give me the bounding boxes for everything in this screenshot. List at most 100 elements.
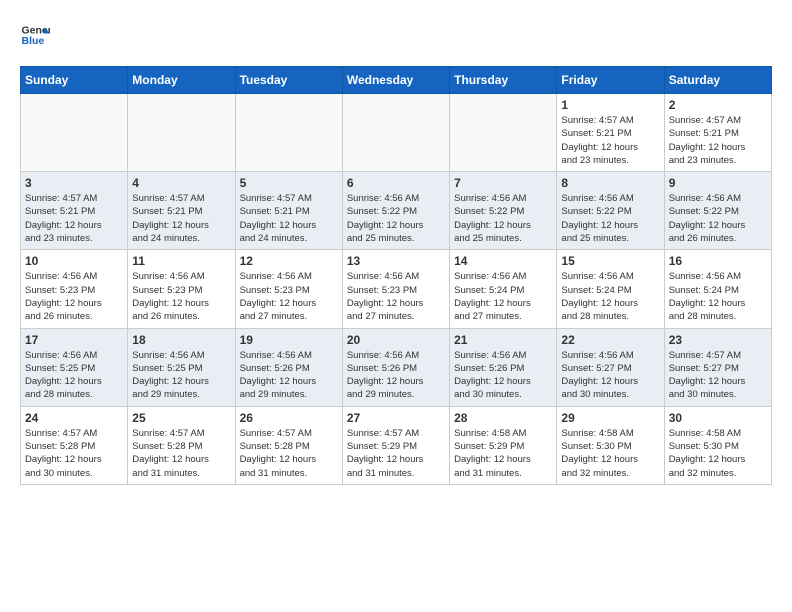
day-number: 25 [132,411,230,425]
day-number: 21 [454,333,552,347]
calendar-cell [128,94,235,172]
calendar-cell: 11 Sunrise: 4:56 AM Sunset: 5:23 PM Dayli… [128,250,235,328]
calendar-week-3: 10 Sunrise: 4:56 AM Sunset: 5:23 PM Dayli… [21,250,772,328]
day-number: 13 [347,254,445,268]
calendar-cell: 23 Sunrise: 4:57 AM Sunset: 5:27 PM Dayli… [664,328,771,406]
day-info: Sunrise: 4:58 AM Sunset: 5:30 PM Dayligh… [669,427,767,480]
calendar-cell: 17 Sunrise: 4:56 AM Sunset: 5:25 PM Dayli… [21,328,128,406]
day-number: 5 [240,176,338,190]
day-number: 18 [132,333,230,347]
day-info: Sunrise: 4:56 AM Sunset: 5:22 PM Dayligh… [347,192,445,245]
day-number: 15 [561,254,659,268]
day-info: Sunrise: 4:56 AM Sunset: 5:23 PM Dayligh… [25,270,123,323]
col-header-monday: Monday [128,67,235,94]
day-info: Sunrise: 4:58 AM Sunset: 5:30 PM Dayligh… [561,427,659,480]
page-header: General Blue [20,20,772,50]
calendar-cell [21,94,128,172]
calendar-cell [450,94,557,172]
day-number: 2 [669,98,767,112]
calendar-cell: 13 Sunrise: 4:56 AM Sunset: 5:23 PM Dayli… [342,250,449,328]
day-number: 20 [347,333,445,347]
calendar-cell: 29Sunrise: 4:58 AM Sunset: 5:30 PM Dayli… [557,406,664,484]
calendar-cell: 28 Sunrise: 4:58 AM Sunset: 5:29 PM Dayli… [450,406,557,484]
day-number: 17 [25,333,123,347]
calendar-cell: 16 Sunrise: 4:56 AM Sunset: 5:24 PM Dayli… [664,250,771,328]
calendar-cell: 1 Sunrise: 4:57 AM Sunset: 5:21 PM Daylig… [557,94,664,172]
day-info: Sunrise: 4:58 AM Sunset: 5:29 PM Dayligh… [454,427,552,480]
day-info: Sunrise: 4:56 AM Sunset: 5:27 PM Dayligh… [561,349,659,402]
calendar-cell: 8 Sunrise: 4:56 AM Sunset: 5:22 PM Daylig… [557,172,664,250]
day-info: Sunrise: 4:57 AM Sunset: 5:21 PM Dayligh… [561,114,659,167]
col-header-sunday: Sunday [21,67,128,94]
calendar-week-2: 3 Sunrise: 4:57 AM Sunset: 5:21 PM Daylig… [21,172,772,250]
calendar-cell: 14 Sunrise: 4:56 AM Sunset: 5:24 PM Dayli… [450,250,557,328]
day-number: 27 [347,411,445,425]
calendar-cell: 20 Sunrise: 4:56 AM Sunset: 5:26 PM Dayli… [342,328,449,406]
day-info: Sunrise: 4:56 AM Sunset: 5:26 PM Dayligh… [240,349,338,402]
day-info: Sunrise: 4:56 AM Sunset: 5:23 PM Dayligh… [240,270,338,323]
day-number: 8 [561,176,659,190]
day-info: Sunrise: 4:56 AM Sunset: 5:25 PM Dayligh… [25,349,123,402]
day-number: 26 [240,411,338,425]
day-number: 6 [347,176,445,190]
col-header-tuesday: Tuesday [235,67,342,94]
day-info: Sunrise: 4:56 AM Sunset: 5:22 PM Dayligh… [669,192,767,245]
day-number: 19 [240,333,338,347]
col-header-thursday: Thursday [450,67,557,94]
day-info: Sunrise: 4:57 AM Sunset: 5:28 PM Dayligh… [132,427,230,480]
day-number: 1 [561,98,659,112]
calendar-cell: 22Sunrise: 4:56 AM Sunset: 5:27 PM Dayli… [557,328,664,406]
day-number: 3 [25,176,123,190]
calendar-cell: 2Sunrise: 4:57 AM Sunset: 5:21 PM Daylig… [664,94,771,172]
day-info: Sunrise: 4:57 AM Sunset: 5:27 PM Dayligh… [669,349,767,402]
day-number: 9 [669,176,767,190]
calendar-cell: 26 Sunrise: 4:57 AM Sunset: 5:28 PM Dayli… [235,406,342,484]
day-info: Sunrise: 4:56 AM Sunset: 5:22 PM Dayligh… [561,192,659,245]
day-info: Sunrise: 4:56 AM Sunset: 5:24 PM Dayligh… [561,270,659,323]
calendar-cell: 30Sunrise: 4:58 AM Sunset: 5:30 PM Dayli… [664,406,771,484]
day-number: 24 [25,411,123,425]
calendar-cell: 3 Sunrise: 4:57 AM Sunset: 5:21 PM Daylig… [21,172,128,250]
calendar-week-4: 17 Sunrise: 4:56 AM Sunset: 5:25 PM Dayli… [21,328,772,406]
day-info: Sunrise: 4:57 AM Sunset: 5:29 PM Dayligh… [347,427,445,480]
day-info: Sunrise: 4:56 AM Sunset: 5:26 PM Dayligh… [454,349,552,402]
calendar-cell: 18 Sunrise: 4:56 AM Sunset: 5:25 PM Dayli… [128,328,235,406]
col-header-saturday: Saturday [664,67,771,94]
calendar-cell [235,94,342,172]
calendar-cell: 24 Sunrise: 4:57 AM Sunset: 5:28 PM Dayli… [21,406,128,484]
day-info: Sunrise: 4:56 AM Sunset: 5:22 PM Dayligh… [454,192,552,245]
day-info: Sunrise: 4:57 AM Sunset: 5:28 PM Dayligh… [240,427,338,480]
day-number: 10 [25,254,123,268]
calendar-header-row: SundayMondayTuesdayWednesdayThursdayFrid… [21,67,772,94]
day-info: Sunrise: 4:57 AM Sunset: 5:21 PM Dayligh… [240,192,338,245]
calendar-cell: 15 Sunrise: 4:56 AM Sunset: 5:24 PM Dayli… [557,250,664,328]
logo: General Blue [20,20,50,50]
calendar-cell: 6 Sunrise: 4:56 AM Sunset: 5:22 PM Daylig… [342,172,449,250]
svg-text:Blue: Blue [22,35,45,47]
day-number: 28 [454,411,552,425]
calendar-cell: 25 Sunrise: 4:57 AM Sunset: 5:28 PM Dayli… [128,406,235,484]
day-info: Sunrise: 4:56 AM Sunset: 5:23 PM Dayligh… [132,270,230,323]
day-info: Sunrise: 4:56 AM Sunset: 5:25 PM Dayligh… [132,349,230,402]
day-number: 11 [132,254,230,268]
calendar-cell: 27 Sunrise: 4:57 AM Sunset: 5:29 PM Dayli… [342,406,449,484]
day-info: Sunrise: 4:56 AM Sunset: 5:24 PM Dayligh… [454,270,552,323]
calendar-cell: 21 Sunrise: 4:56 AM Sunset: 5:26 PM Dayli… [450,328,557,406]
day-info: Sunrise: 4:56 AM Sunset: 5:26 PM Dayligh… [347,349,445,402]
day-info: Sunrise: 4:57 AM Sunset: 5:21 PM Dayligh… [25,192,123,245]
calendar-table: SundayMondayTuesdayWednesdayThursdayFrid… [20,66,772,485]
day-info: Sunrise: 4:57 AM Sunset: 5:28 PM Dayligh… [25,427,123,480]
logo-icon: General Blue [20,20,50,50]
day-number: 23 [669,333,767,347]
day-number: 16 [669,254,767,268]
calendar-cell: 12Sunrise: 4:56 AM Sunset: 5:23 PM Dayli… [235,250,342,328]
calendar-cell [342,94,449,172]
col-header-friday: Friday [557,67,664,94]
col-header-wednesday: Wednesday [342,67,449,94]
day-number: 7 [454,176,552,190]
day-info: Sunrise: 4:56 AM Sunset: 5:24 PM Dayligh… [669,270,767,323]
calendar-cell: 10 Sunrise: 4:56 AM Sunset: 5:23 PM Dayli… [21,250,128,328]
calendar-cell: 9 Sunrise: 4:56 AM Sunset: 5:22 PM Daylig… [664,172,771,250]
day-info: Sunrise: 4:56 AM Sunset: 5:23 PM Dayligh… [347,270,445,323]
day-number: 14 [454,254,552,268]
